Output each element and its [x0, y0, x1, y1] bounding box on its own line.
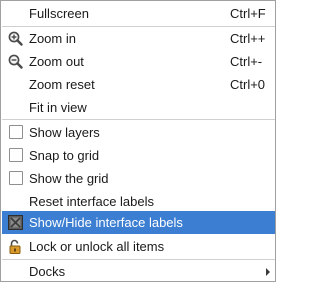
zoom-out-icon: [8, 54, 23, 69]
menu-item-label: Reset interface labels: [29, 194, 155, 209]
menu-item-label: Zoom in: [29, 31, 76, 46]
menu-item-shortcut: Ctrl+-: [230, 54, 263, 69]
menu-item-snap-to-grid[interactable]: Snap to grid: [2, 144, 275, 167]
menu-item-label: Show/Hide interface labels: [29, 215, 183, 230]
snap-to-grid-checkbox[interactable]: [9, 148, 23, 162]
menu-item-label: Fullscreen: [29, 6, 89, 21]
menu-item-label: Show layers: [29, 125, 100, 140]
menu-item-label: Fit in view: [29, 100, 87, 115]
menu-item-reset-interface-labels[interactable]: Reset interface labels: [2, 190, 275, 213]
show-layers-checkbox[interactable]: [9, 125, 23, 139]
menu-item-shortcut: Ctrl+0: [230, 77, 266, 92]
submenu-arrow-icon: [266, 268, 270, 276]
menu-item-label: Snap to grid: [29, 148, 100, 163]
padlock-icon: [8, 239, 23, 254]
menu-item-label: Docks: [29, 264, 66, 279]
zoom-in-icon: [8, 31, 23, 46]
menu-item-docks[interactable]: Docks: [2, 260, 275, 283]
menu-item-lock-unlock-all[interactable]: Lock or unlock all items: [2, 235, 275, 258]
menu-item-fit-in-view[interactable]: Fit in view: [2, 96, 275, 119]
labels-toggle-icon: [8, 215, 23, 230]
menu-item-show-hide-interface-labels[interactable]: Show/Hide interface labels: [2, 211, 275, 234]
menu-item-label: Lock or unlock all items: [29, 239, 165, 254]
menu-separator: [2, 119, 275, 120]
menu-item-shortcut: Ctrl+F: [230, 6, 266, 21]
menu-item-show-the-grid[interactable]: Show the grid: [2, 167, 275, 190]
menu-item-zoom-reset[interactable]: Zoom reset Ctrl+0: [2, 73, 275, 96]
menu-item-zoom-out[interactable]: Zoom out Ctrl+-: [2, 50, 275, 73]
menu-item-label: Zoom out: [29, 54, 84, 69]
menu-item-label: Show the grid: [29, 171, 109, 186]
menu-item-shortcut: Ctrl++: [230, 31, 266, 46]
show-the-grid-checkbox[interactable]: [9, 171, 23, 185]
view-context-menu: Fullscreen Ctrl+F Zoom in Ctrl++ Zoom ou…: [0, 0, 276, 282]
menu-item-show-layers[interactable]: Show layers: [2, 121, 275, 144]
menu-item-zoom-in[interactable]: Zoom in Ctrl++: [2, 27, 275, 50]
menu-item-label: Zoom reset: [29, 77, 95, 92]
menu-item-fullscreen[interactable]: Fullscreen Ctrl+F: [2, 2, 275, 25]
